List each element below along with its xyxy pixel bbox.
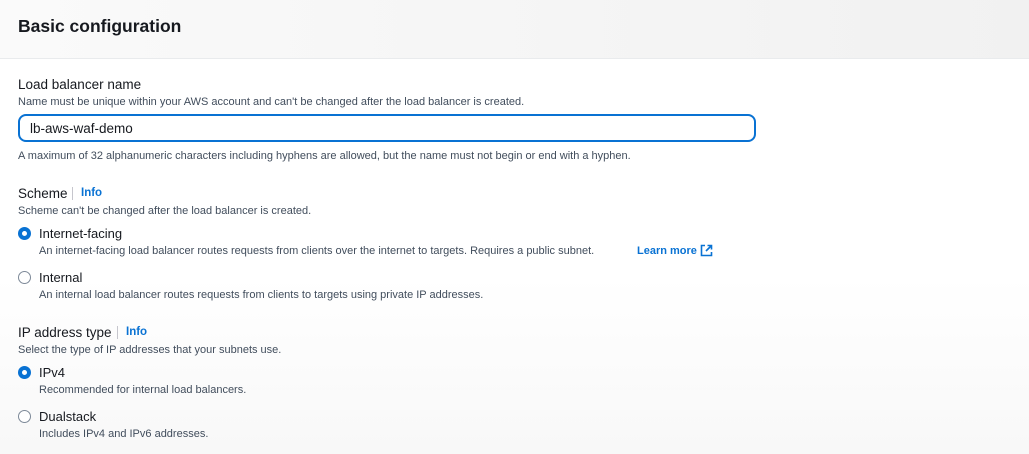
section-header: Basic configuration: [0, 0, 1029, 58]
radio-internet-facing[interactable]: [18, 227, 31, 240]
learn-more-link[interactable]: Learn more: [637, 245, 697, 257]
dualstack-description: Includes IPv4 and IPv6 addresses.: [39, 428, 209, 440]
internal-description: An internal load balancer routes request…: [39, 289, 484, 301]
ip-type-info-link[interactable]: Info: [126, 326, 147, 338]
radio-dualstack[interactable]: [18, 410, 31, 423]
ip-type-label: IP address type: [18, 325, 112, 340]
lb-name-label: Load balancer name: [18, 77, 142, 92]
ip-type-description: Select the type of IP addresses that you…: [18, 344, 282, 356]
ipv4-description: Recommended for internal load balancers.: [39, 384, 247, 396]
ip-type-info-separator: [117, 326, 118, 339]
ipv4-label[interactable]: IPv4: [39, 365, 65, 380]
scheme-description: Scheme can't be changed after the load b…: [18, 205, 312, 217]
external-link-icon[interactable]: [700, 244, 713, 257]
internal-label[interactable]: Internal: [39, 270, 82, 285]
scheme-info-link[interactable]: Info: [81, 187, 102, 199]
lb-name-description: Name must be unique within your AWS acco…: [18, 96, 525, 108]
lb-name-input[interactable]: [18, 114, 756, 142]
radio-ipv4[interactable]: [18, 366, 31, 379]
section-title: Basic configuration: [18, 16, 182, 36]
lb-name-constraint: A maximum of 32 alphanumeric characters …: [18, 150, 631, 162]
internet-facing-label[interactable]: Internet-facing: [39, 226, 122, 241]
scheme-label: Scheme: [18, 186, 68, 201]
internet-facing-description: An internet-facing load balancer routes …: [39, 245, 595, 257]
radio-internal[interactable]: [18, 271, 31, 284]
dualstack-label[interactable]: Dualstack: [39, 409, 96, 424]
scheme-info-separator: [72, 187, 73, 200]
